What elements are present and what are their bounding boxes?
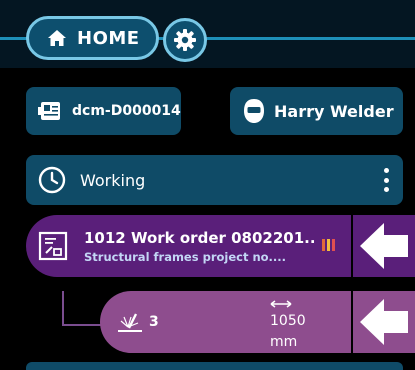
open-weld-step-button[interactable]: [353, 291, 415, 353]
user-card[interactable]: Harry Welder: [230, 87, 403, 135]
status-bars-icon: [322, 239, 335, 251]
work-order-card[interactable]: 1012 Work order 0802201... Structural fr…: [26, 215, 351, 277]
user-label: Harry Welder: [274, 101, 394, 121]
welder-mask-icon: [244, 99, 264, 123]
weld-length-unit: mm: [270, 334, 298, 350]
document-icon: [38, 231, 68, 261]
status-bar[interactable]: Working: [26, 155, 403, 205]
home-button[interactable]: HOME: [26, 16, 159, 60]
device-label: dcm-D000014: [72, 103, 181, 119]
open-work-order-button[interactable]: [353, 215, 415, 277]
weld-step-card[interactable]: 3 1050 mm: [100, 291, 351, 353]
settings-button[interactable]: [163, 18, 207, 62]
length-arrow-icon: [270, 300, 292, 308]
weld-count: 3: [149, 314, 159, 330]
status-label: Working: [80, 170, 146, 190]
arrow-left-icon: [360, 223, 408, 269]
weld-length-value: 1050: [270, 313, 306, 329]
home-button-label: HOME: [77, 27, 140, 49]
weld-torch-icon: [118, 313, 142, 332]
device-card[interactable]: dcm-D000014: [26, 87, 181, 135]
next-card-peek: [26, 362, 403, 370]
home-icon: [48, 30, 66, 46]
work-order-title: 1012 Work order 0802201...: [84, 229, 314, 247]
kebab-menu-icon[interactable]: [383, 168, 389, 192]
work-order-subtitle: Structural frames project no....: [84, 250, 287, 264]
gear-icon: [174, 29, 196, 51]
machine-icon: [38, 102, 60, 120]
clock-icon: [38, 166, 66, 194]
arrow-left-icon: [360, 299, 408, 345]
